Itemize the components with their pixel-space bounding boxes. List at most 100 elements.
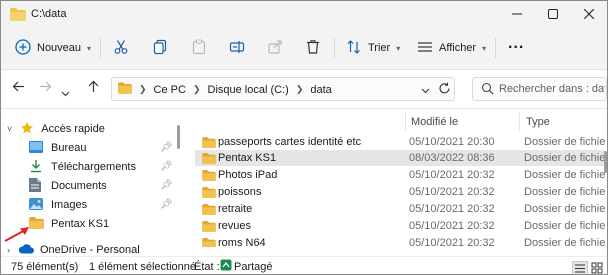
file-list-scrollbar[interactable]	[604, 151, 607, 173]
sidebar-item-desktop[interactable]: Bureau	[29, 139, 179, 157]
refresh-icon[interactable]	[438, 82, 451, 98]
breadcrumb-data[interactable]: data	[310, 84, 331, 96]
chevron-down-icon: ▾	[87, 43, 92, 53]
new-button[interactable]: Nouveau ▾	[15, 36, 91, 60]
sidebar-item-label: Documents	[51, 180, 107, 192]
status-bar: 75 élément(s) 1 élément sélectionné État…	[1, 256, 607, 274]
rename-button[interactable]	[229, 36, 245, 60]
pin-icon: 📌︎	[160, 142, 173, 153]
scissors-icon	[113, 39, 129, 58]
folder-icon	[202, 238, 216, 247]
file-type: Dossier de fichie	[524, 169, 606, 181]
column-header-modified[interactable]: Modifié le	[411, 116, 458, 128]
column-divider[interactable]	[519, 113, 520, 131]
file-row-selected[interactable]: Pentax KS1 08/03/2022 08:36 Dossier de f…	[195, 150, 605, 166]
address-dropdown-icon[interactable]	[421, 85, 430, 97]
file-type: Dossier de fichie	[524, 152, 606, 164]
view-button-label: Afficher	[439, 42, 477, 54]
cut-button[interactable]	[113, 36, 129, 60]
file-row[interactable]: retraite 05/10/2021 20:32 Dossier de fic…	[195, 201, 605, 217]
sidebar-scrollbar[interactable]	[177, 125, 180, 149]
file-row[interactable]: revues 05/10/2021 20:32 Dossier de fichi…	[195, 218, 605, 234]
pin-icon: 📌︎	[160, 161, 173, 172]
plus-circle-icon	[15, 38, 31, 58]
sort-button[interactable]: Trier ▾	[346, 36, 400, 60]
history-chevron-icon[interactable]	[61, 85, 70, 100]
download-icon	[29, 159, 43, 176]
close-button[interactable]	[571, 1, 607, 27]
sidebar-item-pentax-ks1[interactable]: Pentax KS1	[29, 215, 179, 233]
forward-arrow-icon[interactable]	[39, 80, 52, 96]
desktop-icon	[29, 140, 43, 156]
up-arrow-icon[interactable]	[87, 80, 100, 96]
file-name: Photos iPad	[218, 169, 278, 181]
file-row[interactable]: Photos iPad 05/10/2021 20:32 Dossier de …	[195, 167, 605, 183]
file-name: roms N64	[218, 237, 266, 247]
toolbar-divider	[100, 38, 101, 58]
address-bar[interactable]: ❯ Ce PC ❯ Disque local (C:) ❯ data	[111, 77, 455, 101]
maximize-button[interactable]	[535, 1, 571, 27]
file-name: poissons	[218, 186, 262, 198]
file-type: Dossier de fichie	[524, 186, 606, 198]
file-modified: 05/10/2021 20:30	[409, 136, 495, 148]
pin-icon: 📌︎	[160, 199, 173, 210]
explorer-window: C:\data Nouveau ▾ Trier ▾ Afficher ▾ ...…	[0, 0, 608, 275]
minimize-button[interactable]	[499, 1, 535, 27]
file-modified: 05/10/2021 20:32	[409, 169, 495, 181]
back-arrow-icon[interactable]	[12, 80, 25, 96]
chevron-down-icon: ▾	[482, 43, 487, 53]
address-row: ❯ Ce PC ❯ Disque local (C:) ❯ data Reche…	[1, 70, 607, 109]
column-divider[interactable]	[405, 113, 406, 131]
toolbar-divider	[495, 38, 496, 58]
sort-icon	[346, 39, 362, 58]
sidebar-item-quick-access[interactable]: ˅ Accès rapide	[7, 120, 105, 138]
images-icon	[29, 197, 43, 213]
file-row[interactable]: roms N64 05/10/2021 20:32 Dossier de fic…	[195, 235, 605, 247]
file-modified: 05/10/2021 20:32	[409, 186, 495, 198]
file-type: Dossier de fichie	[524, 136, 606, 148]
chevron-down-icon: ˅	[7, 124, 13, 134]
search-icon	[481, 82, 494, 98]
chevron-right-icon: ›	[7, 245, 10, 255]
documents-icon	[29, 177, 41, 195]
item-count: 75 élément(s)	[11, 261, 79, 273]
annotation-arrow-icon	[3, 225, 33, 246]
share-state-icon	[220, 259, 232, 274]
rename-icon	[229, 39, 245, 58]
sidebar-item-images[interactable]: Images	[29, 196, 179, 214]
breadcrumb-local-disk[interactable]: Disque local (C:)	[208, 84, 289, 96]
search-input[interactable]: Rechercher dans : data	[472, 77, 607, 101]
details-view-icon[interactable]	[572, 261, 588, 274]
sidebar-item-documents[interactable]: Documents	[29, 177, 179, 195]
file-modified: 05/10/2021 20:32	[409, 220, 495, 232]
file-type: Dossier de fichie	[524, 203, 606, 215]
copy-button[interactable]	[152, 36, 168, 60]
delete-button[interactable]	[305, 36, 321, 60]
copy-icon	[152, 39, 168, 58]
file-name: passeports cartes identité etc	[218, 136, 362, 148]
file-row[interactable]: passeports cartes identité etc 05/10/202…	[195, 134, 605, 150]
sidebar-item-label: Images	[51, 199, 88, 211]
view-button[interactable]: Afficher ▾	[417, 36, 486, 60]
file-modified: 08/03/2022 08:36	[409, 152, 495, 164]
sidebar-item-downloads[interactable]: Téléchargements	[29, 158, 179, 176]
folder-icon	[202, 204, 216, 218]
selection-count: 1 élément sélectionné	[89, 261, 197, 273]
share-icon	[267, 39, 283, 58]
column-header-type[interactable]: Type	[526, 116, 550, 128]
pin-icon: 📌︎	[160, 180, 173, 191]
chevron-down-icon: ▾	[396, 43, 401, 53]
file-row[interactable]: poissons 05/10/2021 20:32 Dossier de fic…	[195, 184, 605, 200]
folder-icon	[202, 221, 216, 235]
file-modified: 05/10/2021 20:32	[409, 203, 495, 215]
window-title: C:\data	[31, 8, 67, 20]
tiles-view-icon[interactable]	[590, 261, 604, 274]
paste-button[interactable]	[191, 36, 207, 60]
column-header-row: Modifié le Type	[183, 113, 607, 131]
more-options-button[interactable]: ...	[508, 32, 524, 56]
sort-button-label: Trier	[368, 42, 391, 54]
share-button[interactable]	[267, 36, 283, 60]
breadcrumb-this-pc[interactable]: Ce PC	[154, 84, 186, 96]
chevron-right-icon: ❯	[139, 84, 147, 94]
view-list-icon	[417, 39, 433, 58]
